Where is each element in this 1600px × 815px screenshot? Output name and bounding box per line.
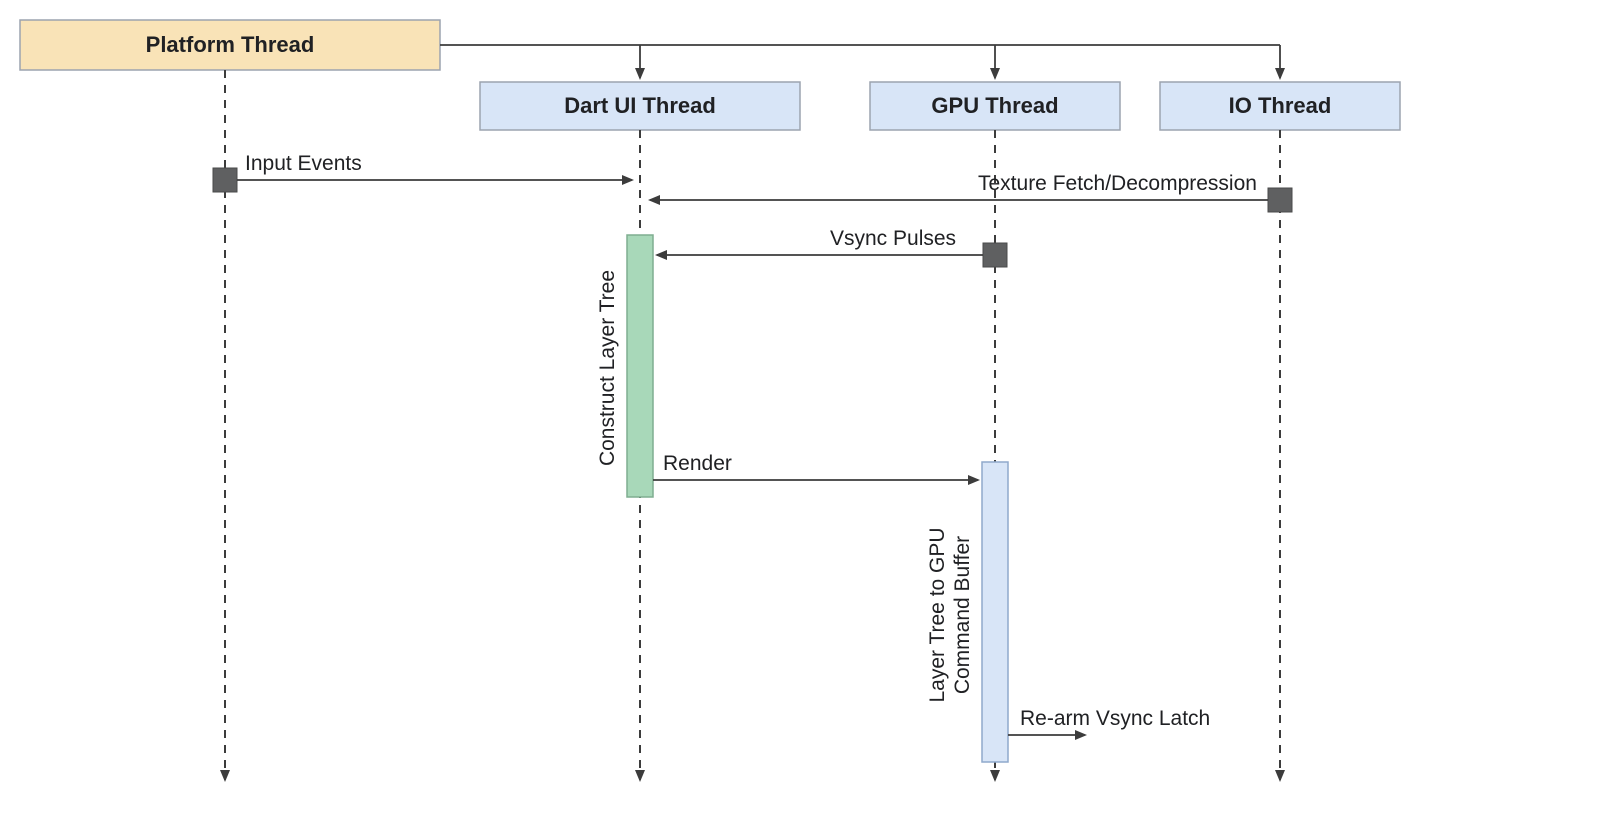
activation-construct-layer-tree	[627, 235, 653, 497]
event-node-input	[213, 168, 237, 192]
thread-label-dart: Dart UI Thread	[564, 93, 716, 118]
label-layer-tree-gpu-2: Command Buffer	[951, 536, 974, 694]
sequence-diagram: Platform Thread Dart UI Thread GPU Threa…	[0, 0, 1600, 815]
label-input-events: Input Events	[245, 152, 362, 175]
event-node-texture	[1268, 188, 1292, 212]
label-layer-tree-gpu-1: Layer Tree to GPU	[926, 527, 949, 702]
event-node-vsync	[983, 243, 1007, 267]
thread-label-io: IO Thread	[1229, 93, 1332, 118]
label-vsync-pulses: Vsync Pulses	[830, 227, 956, 250]
label-construct-layer-tree: Construct Layer Tree	[596, 270, 619, 466]
thread-label-platform: Platform Thread	[146, 32, 315, 57]
thread-label-gpu: GPU Thread	[931, 93, 1058, 118]
label-rearm-vsync: Re-arm Vsync Latch	[1020, 707, 1210, 730]
label-texture-fetch: Texture Fetch/Decompression	[978, 172, 1257, 195]
label-render: Render	[663, 452, 732, 475]
activation-layer-tree-gpu	[982, 462, 1008, 762]
